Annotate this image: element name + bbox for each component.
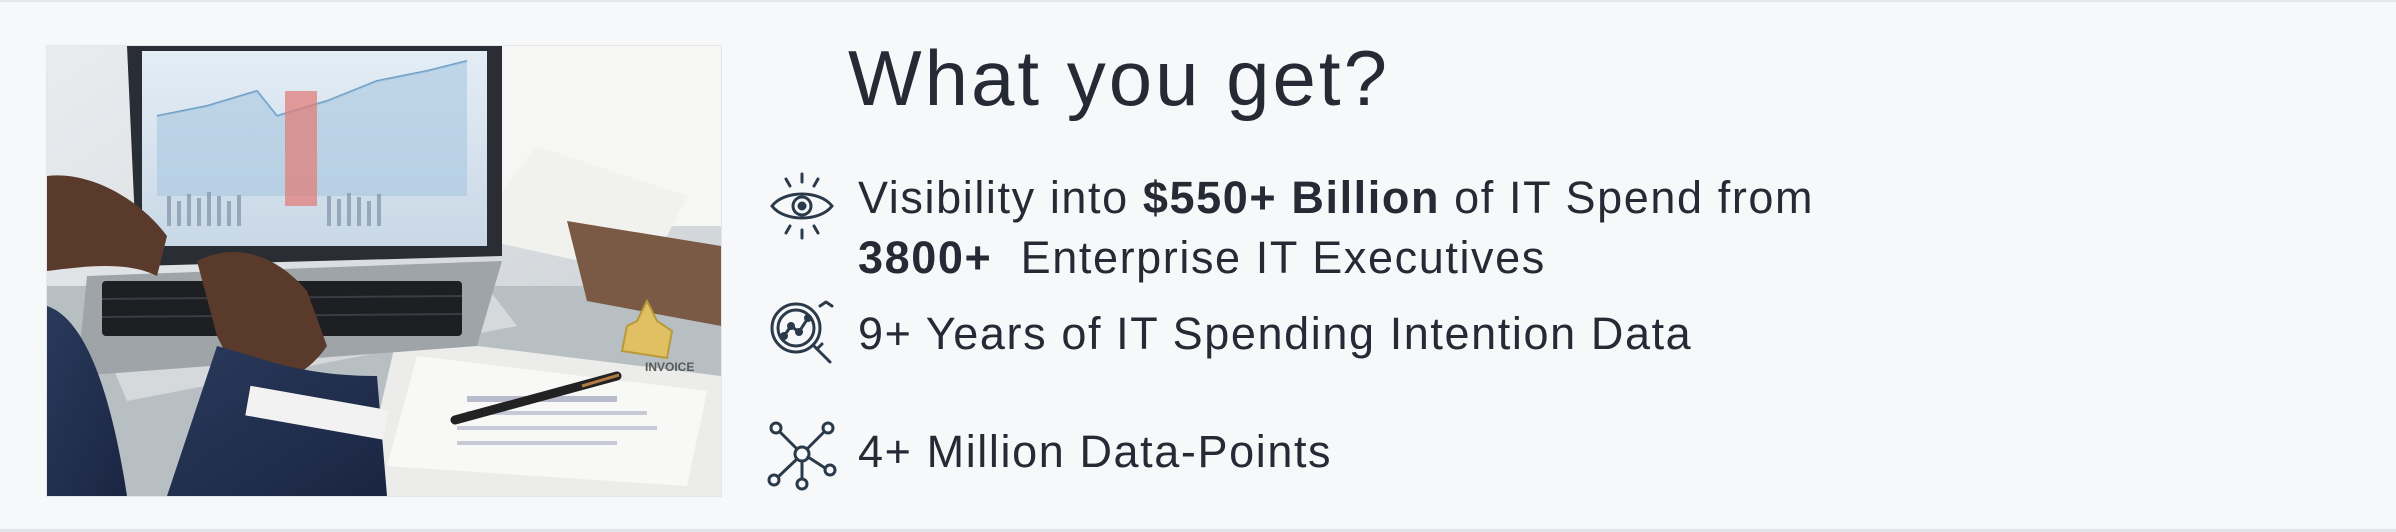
laptop-analytics-photo: INVOICE [47,46,721,496]
network-nodes-icon [767,421,837,491]
eye-icon [770,172,834,240]
what-you-get-panel: INVOICE What you get? Visibility into $5… [0,0,2396,532]
executives-label: Enterprise IT Executives [992,232,1546,283]
executive-count: 3800+ [858,232,993,283]
invoice-label: INVOICE [645,360,694,374]
visibility-suffix: of IT Spend from [1440,172,1815,223]
spend-amount: $550+ Billion [1142,172,1441,223]
feature-text-visibility: Visibility into $550+ Billion of IT Spen… [858,168,1814,288]
page-title: What you get? [848,34,1390,122]
magnifier-chart-icon [770,300,834,364]
feature-item-datapoints: 4+ Million Data-Points [766,421,1333,492]
feature-text-years: 9+ Years of IT Spending Intention Data [858,308,1693,359]
feature-text-datapoints: 4+ Million Data-Points [858,426,1333,477]
feature-item-visibility: Visibility into $550+ Billion of IT Spen… [766,168,1814,288]
visibility-prefix: Visibility into [858,172,1143,223]
feature-item-years: 9+ Years of IT Spending Intention Data [766,300,1693,368]
